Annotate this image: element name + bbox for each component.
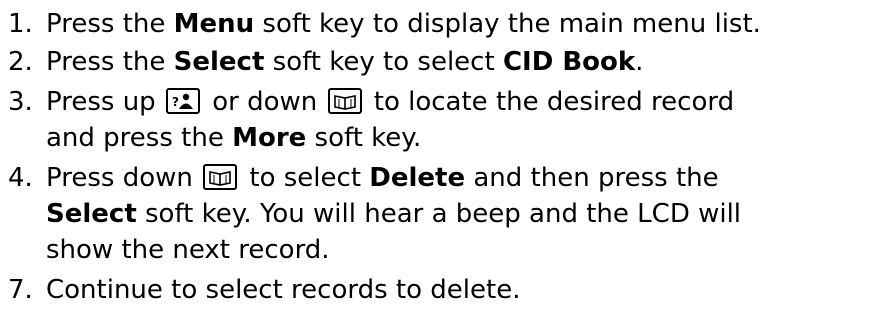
step-number: 7. (8, 275, 33, 305)
svg-text:?: ? (172, 95, 179, 109)
step-number: 3. (8, 87, 33, 117)
step-number: 2. (8, 47, 33, 77)
down-key-icon (203, 164, 238, 190)
instruction-document: 1. Press the Menu soft key to display the… (0, 0, 877, 320)
select-key-label: Select (173, 47, 265, 77)
step-1: 1. Press the Menu soft key to display the… (8, 6, 868, 42)
step-number: 4. (8, 163, 33, 193)
delete-option-label: Delete (369, 163, 466, 193)
step-7: 7. Continue to select records to delete. (8, 272, 868, 308)
step-number: 1. (8, 9, 33, 39)
step-4: 4. Press down to select Delete and then p… (8, 160, 868, 196)
step-3-continuation: and press the More soft key. (46, 123, 422, 153)
step-2: 2. Press the Select soft key to select CI… (8, 44, 868, 80)
step-3: 3. Press up ? or down to locate the desir… (8, 84, 868, 120)
step-4-continuation: Select soft key. You will hear a beep an… (46, 199, 742, 229)
down-key-icon (327, 88, 362, 114)
select-key-label: Select (46, 199, 137, 229)
more-key-label: More (232, 123, 307, 153)
menu-key-label: Menu (173, 9, 255, 39)
cid-book-label: CID Book (502, 47, 636, 77)
up-key-icon: ? (165, 88, 200, 114)
step-4-continuation-2: show the next record. (46, 235, 330, 265)
